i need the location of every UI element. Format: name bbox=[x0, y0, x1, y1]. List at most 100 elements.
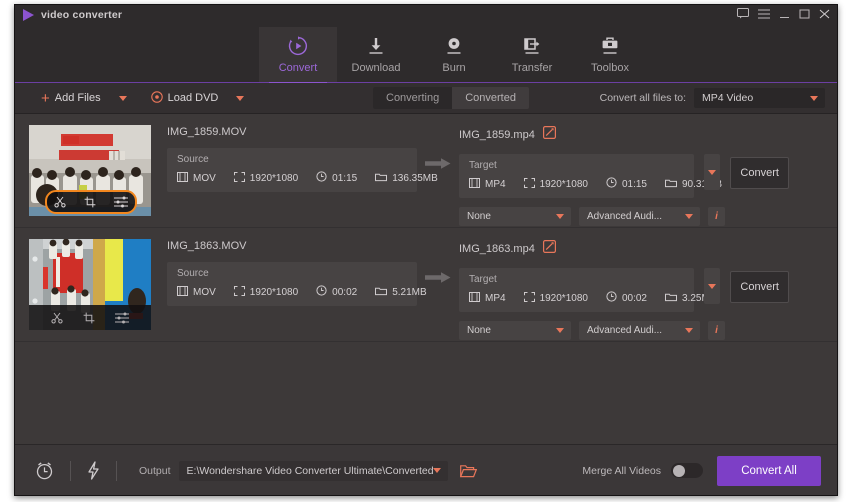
effects-sliders-icon[interactable] bbox=[115, 312, 129, 324]
tab-transfer[interactable]: Transfer bbox=[493, 27, 571, 82]
target-format-dropdown[interactable] bbox=[704, 154, 721, 190]
trim-scissors-icon[interactable] bbox=[51, 312, 63, 324]
target-format-value: MP4 bbox=[485, 178, 506, 190]
folder-icon bbox=[664, 178, 677, 191]
table-row: IMG_1859.MOV Source MOV 1920*1080 01:15 … bbox=[15, 114, 837, 228]
source-duration: 00:02 bbox=[316, 285, 357, 299]
subtitle-value: None bbox=[467, 211, 491, 222]
merge-all-videos-label: Merge All Videos bbox=[582, 464, 661, 477]
film-icon bbox=[177, 285, 188, 299]
target-main-row: Target MP4 1920*1080 bbox=[459, 268, 789, 312]
effects-sliders-icon[interactable] bbox=[114, 196, 128, 208]
feedback-icon[interactable] bbox=[737, 8, 749, 19]
main-nav: Convert Download Burn Transfer Toolbox bbox=[15, 27, 837, 84]
subtitle-select[interactable]: None bbox=[459, 207, 571, 226]
crop-icon[interactable] bbox=[84, 196, 96, 208]
target-format-dropdown[interactable] bbox=[704, 268, 721, 304]
tab-toolbox[interactable]: Toolbox bbox=[571, 27, 649, 82]
source-size: 5.21MB bbox=[375, 286, 427, 299]
convert-button[interactable]: Convert bbox=[730, 157, 789, 189]
source-label: Source bbox=[177, 268, 209, 279]
source-duration: 01:15 bbox=[316, 171, 357, 185]
tab-download-label: Download bbox=[351, 62, 401, 74]
add-files-button[interactable]: + Add Files bbox=[37, 83, 105, 113]
plus-icon: + bbox=[41, 89, 50, 107]
thumbnail-edit-tools bbox=[29, 305, 151, 330]
target-file-name: IMG_1859.mp4 bbox=[459, 129, 535, 141]
maximize-icon[interactable] bbox=[799, 9, 810, 19]
convert-all-button[interactable]: Convert All bbox=[717, 455, 821, 486]
close-icon[interactable] bbox=[819, 9, 830, 19]
target-controls: None Advanced Audi... i bbox=[459, 321, 789, 340]
target-info-box: Target MP4 1920*1080 bbox=[459, 268, 716, 312]
output-format-value: MP4 Video bbox=[702, 92, 754, 104]
tab-burn[interactable]: Burn bbox=[415, 27, 493, 82]
scheduler-clock-icon[interactable] bbox=[35, 461, 54, 480]
tab-converting[interactable]: Converting bbox=[373, 87, 453, 109]
target-duration-value: 00:02 bbox=[621, 292, 647, 304]
source-column: IMG_1863.MOV Source MOV 1920*1080 00:02 … bbox=[167, 240, 427, 306]
conversion-arrow bbox=[417, 271, 459, 284]
conversion-arrow bbox=[417, 157, 459, 170]
target-name-row: IMG_1859.mp4 bbox=[459, 126, 789, 144]
load-dvd-button[interactable]: Load DVD bbox=[147, 83, 223, 113]
convert-button[interactable]: Convert bbox=[730, 271, 789, 303]
crop-icon[interactable] bbox=[83, 312, 95, 324]
chevron-down-icon bbox=[432, 468, 441, 473]
play-triangle-icon bbox=[23, 9, 34, 21]
output-path-input[interactable]: E:\Wondershare Video Converter Ultimate\… bbox=[178, 460, 448, 481]
menu-icon[interactable] bbox=[758, 9, 770, 19]
chevron-down-icon bbox=[708, 283, 717, 289]
title-bar: video converter bbox=[15, 5, 837, 27]
rename-pencil-icon[interactable] bbox=[542, 126, 556, 144]
arrow-right-icon bbox=[425, 272, 451, 283]
minimize-icon[interactable] bbox=[779, 9, 790, 19]
resolution-icon bbox=[233, 171, 245, 185]
tab-converted[interactable]: Converted bbox=[452, 87, 529, 109]
browse-folder-icon[interactable] bbox=[459, 464, 477, 478]
app-logo: video converter bbox=[23, 9, 122, 21]
resolution-icon bbox=[523, 177, 535, 191]
output-format-select[interactable]: MP4 Video bbox=[694, 88, 825, 108]
chevron-down-icon bbox=[708, 169, 717, 175]
info-icon[interactable]: i bbox=[708, 207, 725, 226]
audio-value: Advanced Audi... bbox=[587, 325, 663, 336]
target-name-row: IMG_1863.mp4 bbox=[459, 240, 789, 258]
source-duration-value: 00:02 bbox=[332, 286, 358, 298]
video-thumbnail[interactable] bbox=[29, 125, 151, 216]
tab-convert[interactable]: Convert bbox=[259, 27, 337, 84]
chevron-down-icon bbox=[810, 95, 818, 101]
video-thumbnail[interactable] bbox=[29, 239, 151, 330]
folder-icon bbox=[375, 286, 388, 299]
hardware-acceleration-bolt-icon[interactable] bbox=[87, 461, 100, 480]
toggle-knob bbox=[672, 464, 685, 477]
merge-all-videos-toggle[interactable] bbox=[671, 463, 703, 478]
add-files-dropdown-caret-icon[interactable] bbox=[118, 95, 127, 101]
output-path-value: E:\Wondershare Video Converter Ultimate\… bbox=[186, 464, 434, 477]
tab-download[interactable]: Download bbox=[337, 27, 415, 82]
source-meta-row: MOV 1920*1080 01:15 136.35MB bbox=[177, 171, 438, 185]
film-icon bbox=[469, 177, 480, 191]
tab-convert-label: Convert bbox=[278, 62, 318, 74]
trim-scissors-icon[interactable] bbox=[54, 196, 66, 208]
source-meta-row: MOV 1920*1080 00:02 5.21MB bbox=[177, 285, 427, 299]
film-icon bbox=[177, 171, 188, 185]
rename-pencil-icon[interactable] bbox=[542, 240, 556, 258]
audio-track-select[interactable]: Advanced Audi... bbox=[579, 207, 700, 226]
transfer-icon bbox=[521, 35, 543, 57]
status-segmented-control: Converting Converted bbox=[373, 87, 529, 109]
info-icon[interactable]: i bbox=[708, 321, 725, 340]
source-file-name: IMG_1859.MOV bbox=[167, 126, 247, 138]
subtitle-select[interactable]: None bbox=[459, 321, 571, 340]
arrow-right-icon bbox=[425, 158, 451, 169]
divider bbox=[116, 460, 117, 481]
target-duration: 00:02 bbox=[606, 291, 647, 305]
clock-icon bbox=[316, 285, 327, 299]
target-meta-row: MP4 1920*1080 00:02 3.25MB bbox=[469, 291, 716, 305]
film-icon bbox=[469, 291, 480, 305]
load-dvd-dropdown-caret-icon[interactable] bbox=[236, 95, 245, 101]
file-list: IMG_1859.MOV Source MOV 1920*1080 01:15 … bbox=[15, 114, 837, 444]
audio-track-select[interactable]: Advanced Audi... bbox=[579, 321, 700, 340]
table-row: IMG_1863.MOV Source MOV 1920*1080 00:02 … bbox=[15, 228, 837, 342]
download-icon bbox=[365, 35, 387, 57]
